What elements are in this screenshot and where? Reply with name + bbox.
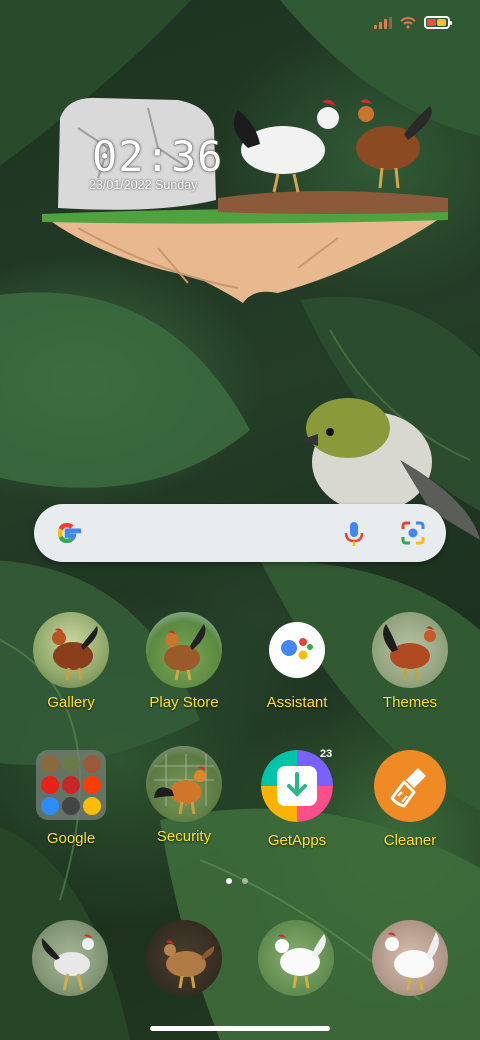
rooster-photo-icon (372, 612, 448, 688)
app-cleaner[interactable]: Cleaner (355, 750, 465, 849)
app-assistant[interactable]: Assistant (242, 612, 352, 711)
app-folder-google[interactable]: Google (16, 750, 126, 847)
google-assistant-icon (269, 622, 325, 678)
app-label: Gallery (47, 694, 95, 711)
app-label: Themes (382, 694, 438, 711)
white-rooster-photo-icon (385, 932, 439, 991)
app-label: Google (46, 830, 96, 847)
google-search-bar[interactable] (34, 504, 446, 562)
app-gallery[interactable]: Gallery (16, 612, 126, 711)
google-logo-icon (57, 522, 82, 544)
lens-icon[interactable] (400, 520, 426, 546)
app-security[interactable]: Security (129, 746, 239, 845)
status-bar (374, 16, 452, 29)
dock-app-2[interactable] (146, 920, 222, 996)
clock-date: 23/01/2022 Sunday (89, 178, 198, 192)
microphone-icon[interactable] (344, 520, 364, 548)
getapps-icon (261, 750, 333, 822)
app-label: GetApps (267, 832, 327, 849)
clock-widget[interactable] (38, 88, 450, 308)
home-indicator[interactable] (150, 1026, 330, 1031)
folder-icon (36, 750, 106, 820)
notification-badge: 23 (320, 748, 333, 760)
white-rooster-photo-icon (275, 934, 326, 989)
dock-app-4[interactable] (372, 920, 448, 996)
app-label: Play Store (149, 694, 219, 711)
wifi-icon (400, 16, 416, 29)
hen-photo-icon (164, 940, 215, 989)
signal-icon (374, 16, 392, 29)
battery-icon (424, 16, 452, 29)
app-label: Security (156, 828, 212, 845)
floating-island-illustration (42, 97, 448, 303)
page-indicator[interactable] (226, 878, 248, 884)
app-label: Cleaner (383, 832, 437, 849)
page-dot-active (226, 878, 232, 884)
dock-app-3[interactable] (258, 920, 334, 996)
broom-icon (374, 750, 446, 822)
app-label: Assistant (266, 694, 328, 711)
app-play-store[interactable]: Play Store (129, 612, 239, 711)
dock-app-1[interactable] (32, 920, 108, 996)
clock-time: 02:36 (92, 132, 224, 181)
app-getapps[interactable]: GetApps (242, 750, 352, 849)
page-dot (242, 878, 248, 884)
app-themes[interactable]: Themes (355, 612, 465, 711)
rooster-photo-icon (41, 934, 94, 991)
rooster-photo-icon (146, 612, 222, 688)
rooster-photo-icon (33, 612, 109, 688)
rooster-photo-icon (146, 746, 222, 822)
